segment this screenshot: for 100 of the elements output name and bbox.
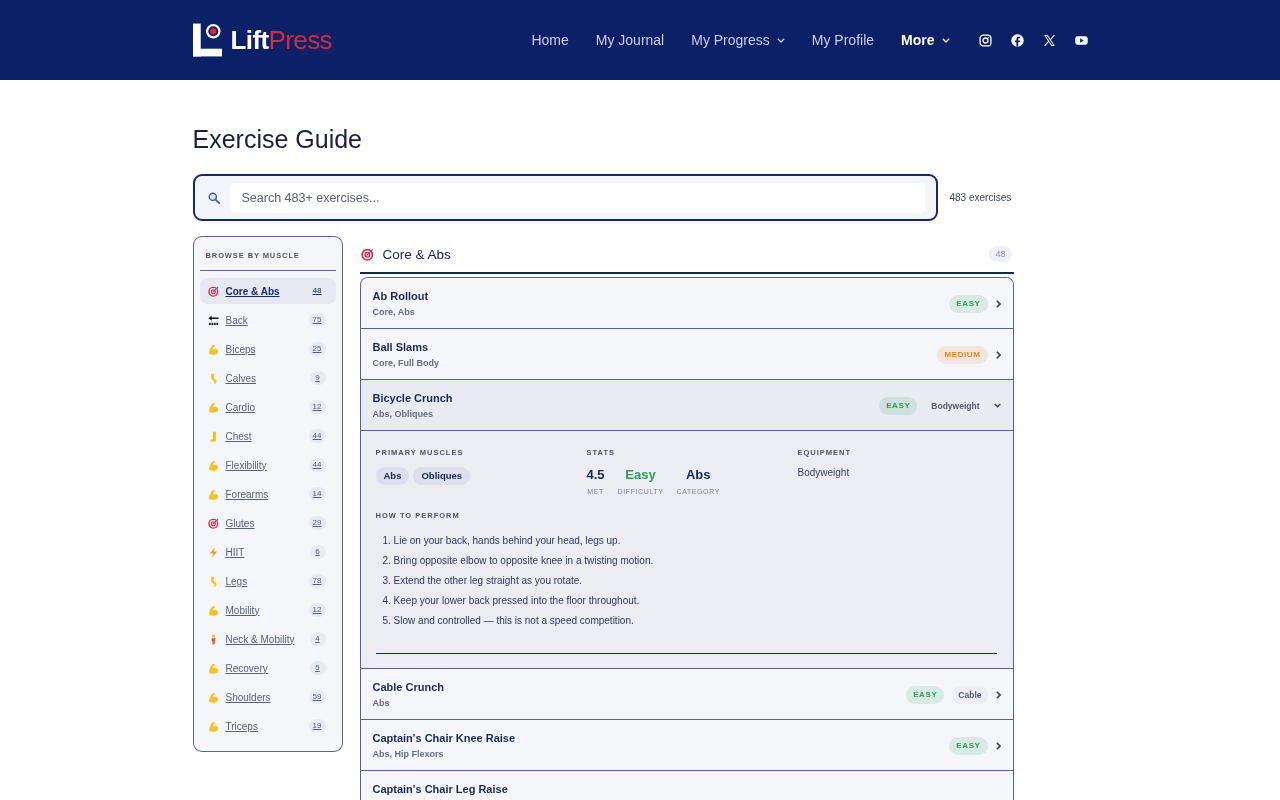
muscle-count: 75 — [308, 313, 326, 327]
x-logo-icon[interactable] — [1042, 33, 1056, 47]
difficulty-tag: MEDIUM — [937, 345, 988, 364]
target-icon — [360, 247, 374, 261]
flexed-arm-icon — [207, 604, 219, 616]
muscle-group-link[interactable]: Glutes 29 — [199, 510, 336, 536]
muscle-group-link[interactable]: HIIT 6 — [199, 539, 336, 565]
search-field[interactable]: Search 483+ exercises... — [229, 182, 925, 213]
muscle-tag: Obliques — [413, 467, 471, 485]
muscle-count: 29 — [308, 516, 326, 530]
muscle-tag: Abs — [375, 467, 410, 485]
difficulty-tag: EASY — [906, 685, 945, 704]
exercise-name: Bicycle Crunch — [372, 391, 453, 405]
muscle-group-link[interactable]: Calves 9 — [199, 365, 336, 391]
nav-link[interactable]: My Progress — [691, 31, 785, 49]
muscle-group-link[interactable]: Forearms 14 — [199, 481, 336, 507]
muscle-count: 9 — [309, 371, 326, 385]
nav-link[interactable]: More — [901, 31, 950, 49]
stat-value: 4.5 — [586, 467, 605, 483]
flexed-arm-icon — [207, 720, 219, 732]
instruction-step: 2. Bring opposite elbow to opposite knee in a twisting motion. — [382, 551, 997, 571]
exercise-muscles: Abs, Hip Flexors — [372, 748, 445, 760]
muscle-count: 12 — [308, 400, 326, 414]
muscle-group-link[interactable]: Flexibility 44 — [199, 452, 336, 478]
muscle-group-link[interactable]: Core & Abs 48 — [199, 278, 336, 304]
muscle-group-link[interactable]: Shoulders 59 — [199, 684, 336, 710]
muscle-count: 12 — [308, 603, 326, 617]
back-arrow-icon — [207, 314, 219, 326]
chevron-right-icon — [995, 350, 1001, 359]
exercise-muscles: Core, Full Body — [372, 357, 439, 369]
instagram-icon[interactable] — [978, 33, 992, 47]
exercise-muscles: Abs — [372, 697, 391, 709]
logo-icon — [192, 23, 222, 57]
muscle-count: 78 — [308, 574, 326, 588]
equipment-value: Bodyweight — [797, 466, 851, 480]
difficulty-tag: EASY — [949, 294, 988, 313]
flexed-arm-icon — [207, 459, 219, 471]
target-icon — [207, 285, 219, 297]
exercise-name: Cable Crunch — [372, 680, 444, 694]
section-title: Core & Abs — [382, 246, 451, 262]
muscle-count: 5 — [309, 661, 326, 675]
flexed-arm-icon — [207, 691, 219, 703]
muscle-group-link[interactable]: Mobility 12 — [199, 597, 336, 623]
muscle-group-link[interactable]: Cardio 12 — [199, 394, 336, 420]
exercise-row[interactable]: Ball Slams Core, Full Body MEDIUM — [360, 329, 1013, 380]
facebook-icon[interactable] — [1010, 33, 1024, 47]
difficulty-tag: EASY — [949, 736, 988, 755]
muscle-count: 25 — [308, 342, 326, 356]
muscle-group-link[interactable]: Legs 78 — [199, 568, 336, 594]
search-icon — [207, 191, 220, 204]
chevron-down-icon — [993, 403, 1001, 408]
instruction-step: 1. Lie on your back, hands behind your head, legs up. — [382, 531, 997, 551]
muscle-count: 19 — [308, 719, 326, 733]
brand-logo[interactable]: LiftPress — [192, 23, 332, 57]
exercise-name: Ball Slams — [372, 340, 430, 354]
instruction-step: 5. Slow and controlled — this is not a speed competition. — [382, 611, 997, 631]
target-icon — [207, 517, 219, 529]
chevron-right-icon — [995, 741, 1001, 750]
muscle-group-link[interactable]: Neck & Mobility 4 — [199, 626, 336, 652]
flexed-arm-icon — [207, 343, 219, 355]
exercise-row[interactable]: Cable Crunch Abs EASY Cable — [360, 669, 1013, 720]
equipment-tag: Cable — [952, 685, 988, 704]
nav-link[interactable]: Home — [531, 31, 569, 49]
chevron-down-icon — [941, 37, 950, 43]
muscle-group-link[interactable]: Biceps 25 — [199, 336, 336, 362]
equipment-tag: Bodyweight — [925, 396, 986, 415]
flexed-arm-icon — [207, 488, 219, 500]
exercise-row[interactable]: Captain's Chair Knee Raise Abs, Hip Flexors EASY — [360, 720, 1013, 771]
page-title: Exercise Guide — [192, 124, 364, 154]
section-count: 48 — [989, 246, 1012, 262]
muscle-count: 44 — [308, 458, 326, 472]
exercise-row[interactable]: Captain's Chair Leg Raise — [360, 771, 1013, 800]
muscle-group-link[interactable]: Triceps 19 — [199, 713, 336, 739]
exercise-muscles: Abs, Obliques — [372, 408, 434, 420]
muscle-count: 4 — [309, 632, 326, 646]
result-count: 483 exercises — [949, 192, 1012, 203]
instruction-step: 4. Keep your lower back pressed into the floor throughout. — [382, 591, 997, 611]
muscle-count: 6 — [309, 545, 326, 559]
muscle-count: 59 — [308, 690, 326, 704]
exercise-row[interactable]: Bicycle Crunch Abs, Obliques EASY Bodyweight — [360, 380, 1013, 431]
exercise-name: Ab Rollout — [372, 289, 429, 303]
muscle-group-link[interactable]: Recovery 5 — [199, 655, 336, 681]
exercise-name: Captain's Chair Leg Raise — [372, 782, 508, 796]
exercise-row[interactable]: Ab Rollout Core, Abs EASY — [360, 278, 1013, 329]
muscle-group-link[interactable]: Back 75 — [199, 307, 336, 333]
muscle-group-link[interactable]: Chest 44 — [199, 423, 336, 449]
flexed-arm-icon — [207, 662, 219, 674]
foot-icon — [207, 430, 219, 442]
nav-link[interactable]: My Journal — [595, 31, 665, 49]
chevron-right-icon — [995, 299, 1001, 308]
youtube-icon[interactable] — [1074, 33, 1088, 47]
muscle-count: 44 — [308, 429, 326, 443]
instruction-step: 3. Extend the other leg straight as you rotate. — [382, 571, 997, 591]
chevron-right-icon — [995, 690, 1001, 699]
muscle-count: 14 — [308, 487, 326, 501]
flexed-arm-icon — [207, 401, 219, 413]
nav-link[interactable]: My Profile — [811, 31, 875, 49]
exercise-name: Captain's Chair Knee Raise — [372, 731, 516, 745]
muscle-count: 48 — [311, 285, 323, 297]
exercise-muscles: Core, Abs — [372, 306, 416, 318]
